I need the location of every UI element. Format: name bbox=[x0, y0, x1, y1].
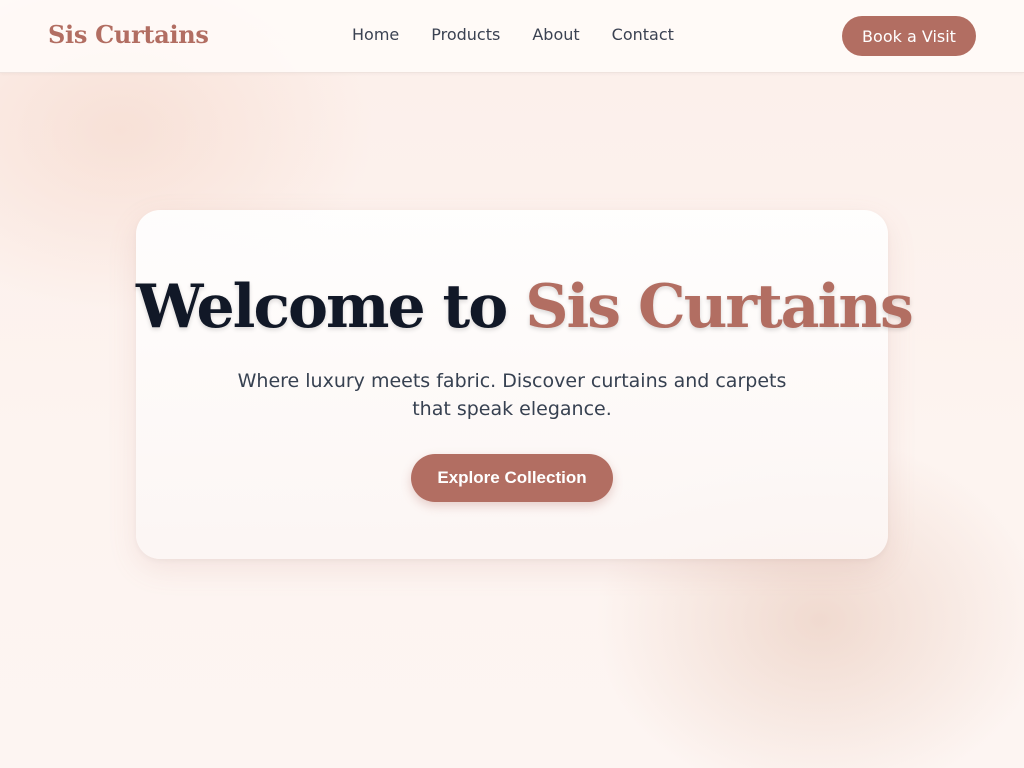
hero-title-accent: Sis Curtains bbox=[525, 272, 914, 342]
nav-link-contact[interactable]: Contact bbox=[612, 25, 674, 44]
site-header: Sis Curtains Home Products About Contact… bbox=[0, 0, 1024, 73]
hero-subtitle: Where luxury meets fabric. Discover curt… bbox=[237, 370, 787, 420]
brand-logo[interactable]: Sis Curtains bbox=[48, 20, 209, 49]
nav-link-about[interactable]: About bbox=[532, 25, 579, 44]
hero-title-prefix: Welcome to bbox=[136, 272, 508, 342]
hero-title: Welcome to Sis Curtains bbox=[136, 272, 914, 342]
explore-collection-button[interactable]: Explore Collection bbox=[411, 454, 613, 502]
main-nav: Home Products About Contact bbox=[352, 25, 674, 44]
nav-link-products[interactable]: Products bbox=[431, 25, 500, 44]
book-visit-button[interactable]: Book a Visit bbox=[842, 16, 976, 56]
nav-link-home[interactable]: Home bbox=[352, 25, 399, 44]
hero-card: Welcome to Sis Curtains Where luxury mee… bbox=[136, 210, 914, 559]
